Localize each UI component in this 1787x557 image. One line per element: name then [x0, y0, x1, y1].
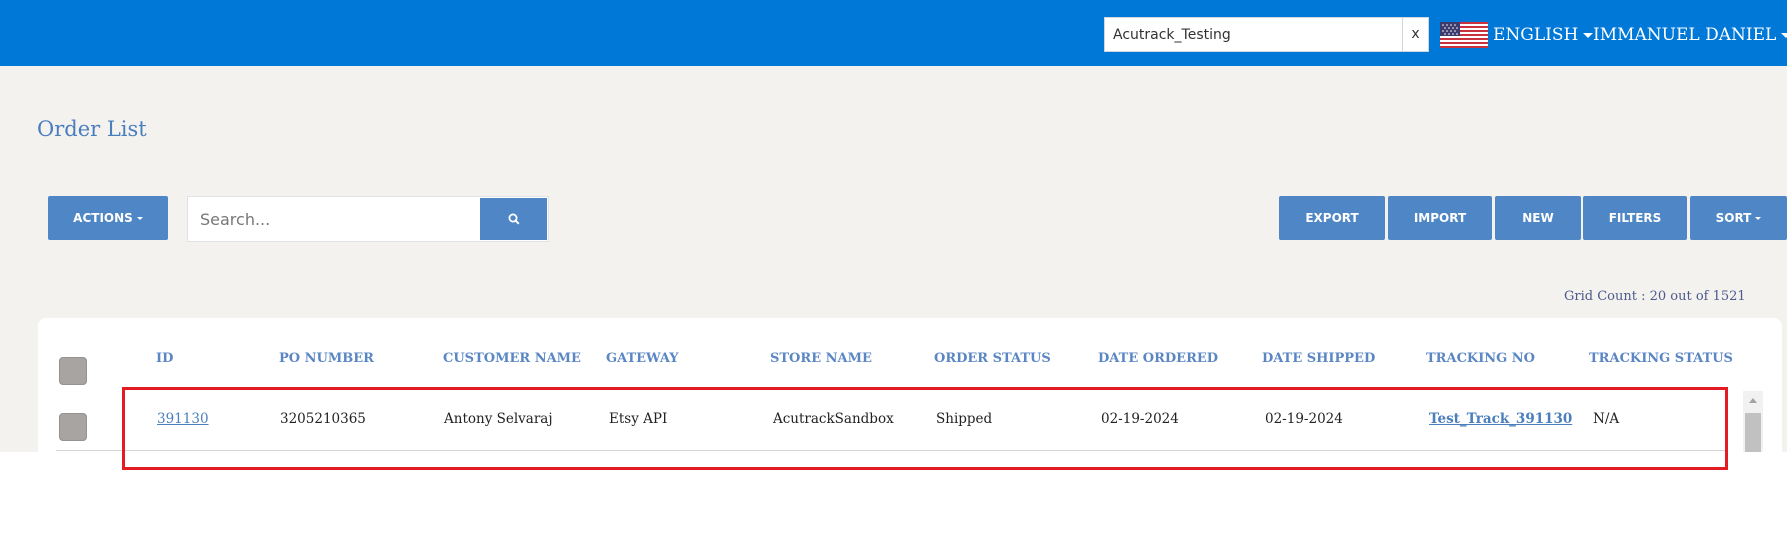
- gateway-cell: Etsy API: [609, 411, 668, 427]
- tracking-number-link[interactable]: Test_Track_391130: [1429, 411, 1572, 427]
- tenant-search-input[interactable]: [1104, 17, 1406, 52]
- new-button[interactable]: NEW: [1495, 196, 1581, 240]
- select-all-checkbox[interactable]: [59, 357, 87, 385]
- order-search-box: [187, 196, 549, 242]
- column-header-tracking-status[interactable]: TRACKING STATUS: [1589, 351, 1733, 366]
- row-divider: [56, 450, 1726, 451]
- page-title: Order List: [37, 117, 147, 141]
- search-button[interactable]: [480, 198, 547, 240]
- po-number-cell: 3205210365: [280, 411, 366, 427]
- customer-name-cell: Antony Selvaraj: [444, 411, 553, 427]
- import-button[interactable]: IMPORT: [1388, 196, 1492, 240]
- column-header-date-ordered[interactable]: DATE ORDERED: [1098, 351, 1218, 366]
- column-header-store-name[interactable]: STORE NAME: [770, 351, 872, 366]
- chevron-down-icon: [1755, 216, 1762, 220]
- language-dropdown[interactable]: ENGLISH: [1493, 22, 1594, 48]
- column-header-date-shipped[interactable]: DATE SHIPPED: [1262, 351, 1375, 366]
- language-label: ENGLISH: [1493, 25, 1579, 45]
- date-shipped-cell: 02-19-2024: [1265, 411, 1343, 427]
- us-flag-icon: [1440, 22, 1488, 48]
- chevron-down-icon: [1781, 33, 1787, 38]
- chevron-down-icon: [136, 216, 143, 220]
- filters-button[interactable]: FILTERS: [1583, 196, 1687, 240]
- order-search-input[interactable]: [188, 197, 478, 241]
- store-name-cell: AcutrackSandbox: [773, 411, 894, 427]
- scrollbar-thumb[interactable]: [1745, 413, 1761, 452]
- column-header-gateway[interactable]: GATEWAY: [606, 351, 679, 366]
- chevron-down-icon: [1583, 33, 1594, 38]
- column-header-id[interactable]: ID: [156, 351, 173, 366]
- column-header-po-number[interactable]: PO NUMBER: [279, 351, 374, 366]
- actions-dropdown-button[interactable]: ACTIONS: [48, 196, 168, 240]
- actions-label: ACTIONS: [73, 211, 133, 225]
- order-id-link[interactable]: 391130: [157, 411, 209, 427]
- grid-count: Grid Count : 20 out of 1521: [1564, 289, 1746, 304]
- column-header-customer-name[interactable]: CUSTOMER NAME: [443, 351, 581, 366]
- scroll-up-arrow-icon[interactable]: [1749, 398, 1757, 403]
- column-header-tracking-no[interactable]: TRACKING NO: [1426, 351, 1535, 366]
- search-icon: [508, 213, 520, 225]
- order-grid: [38, 318, 1782, 452]
- row-select-checkbox[interactable]: [59, 413, 87, 441]
- column-header-order-status[interactable]: ORDER STATUS: [934, 351, 1051, 366]
- tenant-clear-button[interactable]: x: [1402, 17, 1429, 52]
- sort-label: SORT: [1715, 211, 1752, 225]
- export-button[interactable]: EXPORT: [1279, 196, 1385, 240]
- user-name-label: IMMANUEL DANIEL: [1593, 25, 1777, 45]
- user-menu-dropdown[interactable]: IMMANUEL DANIEL: [1593, 22, 1787, 48]
- sort-dropdown-button[interactable]: SORT: [1690, 196, 1787, 240]
- date-ordered-cell: 02-19-2024: [1101, 411, 1179, 427]
- tracking-status-cell: N/A: [1593, 411, 1620, 427]
- order-status-cell: Shipped: [936, 411, 993, 427]
